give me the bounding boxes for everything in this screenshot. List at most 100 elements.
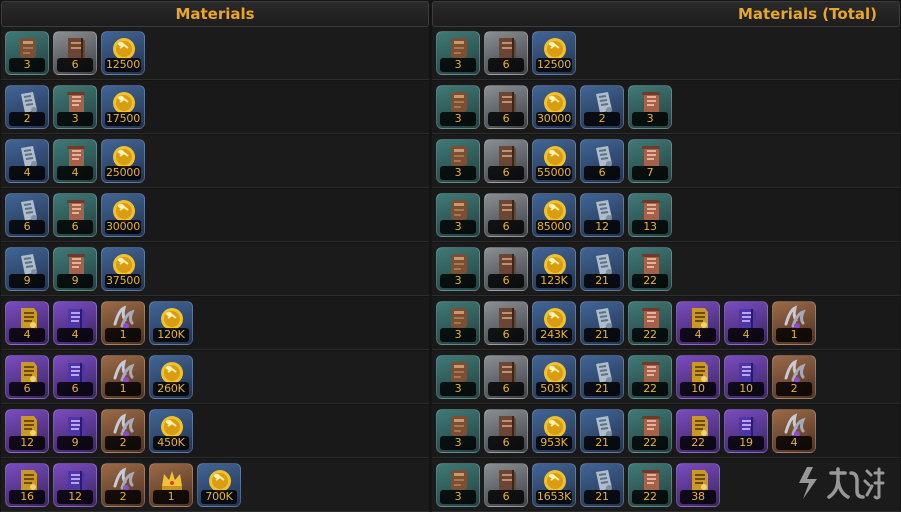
red-scroll-item[interactable]: 22 bbox=[628, 463, 672, 507]
gold-coin-item[interactable]: 450K bbox=[149, 409, 193, 453]
silver-scroll-item[interactable]: 4 bbox=[5, 139, 49, 183]
brown-scroll-item[interactable]: 3 bbox=[436, 247, 480, 291]
item-quantity: 120K bbox=[153, 328, 189, 342]
brown-book-item[interactable]: 6 bbox=[484, 301, 528, 345]
claw-relic-item[interactable]: 1 bbox=[101, 301, 145, 345]
gold-coin-item[interactable]: 260K bbox=[149, 355, 193, 399]
gold-scroll-item[interactable]: 22 bbox=[676, 409, 720, 453]
gold-coin-item[interactable]: 37500 bbox=[101, 247, 145, 291]
gold-coin-item[interactable]: 953K bbox=[532, 409, 576, 453]
silver-scroll-item[interactable]: 21 bbox=[580, 463, 624, 507]
red-scroll-item[interactable]: 4 bbox=[53, 139, 97, 183]
gold-coin-item[interactable]: 243K bbox=[532, 301, 576, 345]
silver-scroll-item[interactable]: 6 bbox=[5, 193, 49, 237]
claw-relic-item[interactable]: 2 bbox=[101, 409, 145, 453]
purple-book-item[interactable]: 19 bbox=[724, 409, 768, 453]
red-scroll-item[interactable]: 22 bbox=[628, 355, 672, 399]
materials-header: Materials bbox=[1, 1, 429, 27]
purple-book-item[interactable]: 9 bbox=[53, 409, 97, 453]
item-quantity: 30000 bbox=[536, 112, 572, 126]
item-quantity: 2 bbox=[105, 490, 141, 504]
red-scroll-item[interactable]: 9 bbox=[53, 247, 97, 291]
brown-book-item[interactable]: 6 bbox=[484, 463, 528, 507]
silver-scroll-item[interactable]: 21 bbox=[580, 409, 624, 453]
claw-relic-item[interactable]: 2 bbox=[101, 463, 145, 507]
gold-coin-item[interactable]: 30000 bbox=[101, 193, 145, 237]
silver-scroll-item[interactable]: 21 bbox=[580, 247, 624, 291]
gold-crown-item[interactable]: 1 bbox=[149, 463, 193, 507]
brown-scroll-item[interactable]: 3 bbox=[5, 31, 49, 75]
brown-book-item[interactable]: 6 bbox=[484, 409, 528, 453]
red-scroll-item[interactable]: 13 bbox=[628, 193, 672, 237]
brown-scroll-item[interactable]: 3 bbox=[436, 31, 480, 75]
brown-book-item[interactable]: 6 bbox=[484, 31, 528, 75]
gold-coin-item[interactable]: 17500 bbox=[101, 85, 145, 129]
gold-coin-item[interactable]: 25000 bbox=[101, 139, 145, 183]
red-scroll-item[interactable]: 7 bbox=[628, 139, 672, 183]
gold-scroll-item[interactable]: 16 bbox=[5, 463, 49, 507]
table-row: 3 6 85000 12 13 bbox=[432, 189, 900, 242]
gold-scroll-item[interactable]: 4 bbox=[5, 301, 49, 345]
table-row: 6 6 30000 bbox=[1, 189, 429, 242]
gold-coin-item[interactable]: 1653K bbox=[532, 463, 576, 507]
gold-coin-item[interactable]: 55000 bbox=[532, 139, 576, 183]
gold-coin-item[interactable]: 30000 bbox=[532, 85, 576, 129]
claw-relic-item[interactable]: 2 bbox=[772, 355, 816, 399]
gold-coin-item[interactable]: 503K bbox=[532, 355, 576, 399]
gold-coin-item[interactable]: 12500 bbox=[532, 31, 576, 75]
brown-scroll-item[interactable]: 3 bbox=[436, 139, 480, 183]
gold-coin-item[interactable]: 85000 bbox=[532, 193, 576, 237]
gold-scroll-item[interactable]: 6 bbox=[5, 355, 49, 399]
gold-coin-item[interactable]: 700K bbox=[197, 463, 241, 507]
item-quantity: 17500 bbox=[105, 112, 141, 126]
gold-coin-item[interactable]: 120K bbox=[149, 301, 193, 345]
silver-scroll-item[interactable]: 21 bbox=[580, 355, 624, 399]
item-quantity: 6 bbox=[488, 220, 524, 234]
red-scroll-item[interactable]: 3 bbox=[53, 85, 97, 129]
gold-scroll-item[interactable]: 12 bbox=[5, 409, 49, 453]
brown-scroll-item[interactable]: 3 bbox=[436, 463, 480, 507]
claw-relic-item[interactable]: 1 bbox=[772, 301, 816, 345]
item-quantity: 6 bbox=[488, 58, 524, 72]
silver-scroll-item[interactable]: 12 bbox=[580, 193, 624, 237]
purple-book-item[interactable]: 12 bbox=[53, 463, 97, 507]
silver-scroll-item[interactable]: 9 bbox=[5, 247, 49, 291]
silver-scroll-item[interactable]: 21 bbox=[580, 301, 624, 345]
brown-scroll-item[interactable]: 3 bbox=[436, 301, 480, 345]
purple-book-item[interactable]: 4 bbox=[53, 301, 97, 345]
gold-coin-item[interactable]: 12500 bbox=[101, 31, 145, 75]
brown-book-item[interactable]: 6 bbox=[484, 247, 528, 291]
red-scroll-item[interactable]: 22 bbox=[628, 247, 672, 291]
brown-scroll-item[interactable]: 3 bbox=[436, 409, 480, 453]
gold-scroll-item[interactable]: 38 bbox=[676, 463, 720, 507]
brown-scroll-item[interactable]: 3 bbox=[436, 193, 480, 237]
red-scroll-item[interactable]: 22 bbox=[628, 409, 672, 453]
item-quantity: 1 bbox=[153, 490, 189, 504]
item-quantity: 6 bbox=[57, 382, 93, 396]
table-row: 12 9 2 450K bbox=[1, 405, 429, 458]
silver-scroll-item[interactable]: 2 bbox=[580, 85, 624, 129]
claw-relic-item[interactable]: 1 bbox=[101, 355, 145, 399]
item-quantity: 55000 bbox=[536, 166, 572, 180]
brown-book-item[interactable]: 6 bbox=[484, 85, 528, 129]
silver-scroll-item[interactable]: 2 bbox=[5, 85, 49, 129]
purple-book-item[interactable]: 4 bbox=[724, 301, 768, 345]
gold-coin-item[interactable]: 123K bbox=[532, 247, 576, 291]
red-scroll-item[interactable]: 3 bbox=[628, 85, 672, 129]
gold-scroll-item[interactable]: 10 bbox=[676, 355, 720, 399]
item-quantity: 3 bbox=[9, 58, 45, 72]
purple-book-item[interactable]: 6 bbox=[53, 355, 97, 399]
red-scroll-item[interactable]: 22 bbox=[628, 301, 672, 345]
brown-book-item[interactable]: 6 bbox=[53, 31, 97, 75]
red-scroll-item[interactable]: 6 bbox=[53, 193, 97, 237]
silver-scroll-item[interactable]: 6 bbox=[580, 139, 624, 183]
gold-scroll-item[interactable]: 4 bbox=[676, 301, 720, 345]
brown-book-item[interactable]: 6 bbox=[484, 355, 528, 399]
table-row: 3 6 503K 21 22 10 10 2 bbox=[432, 351, 900, 404]
brown-scroll-item[interactable]: 3 bbox=[436, 355, 480, 399]
brown-book-item[interactable]: 6 bbox=[484, 139, 528, 183]
purple-book-item[interactable]: 10 bbox=[724, 355, 768, 399]
brown-book-item[interactable]: 6 bbox=[484, 193, 528, 237]
brown-scroll-item[interactable]: 3 bbox=[436, 85, 480, 129]
claw-relic-item[interactable]: 4 bbox=[772, 409, 816, 453]
